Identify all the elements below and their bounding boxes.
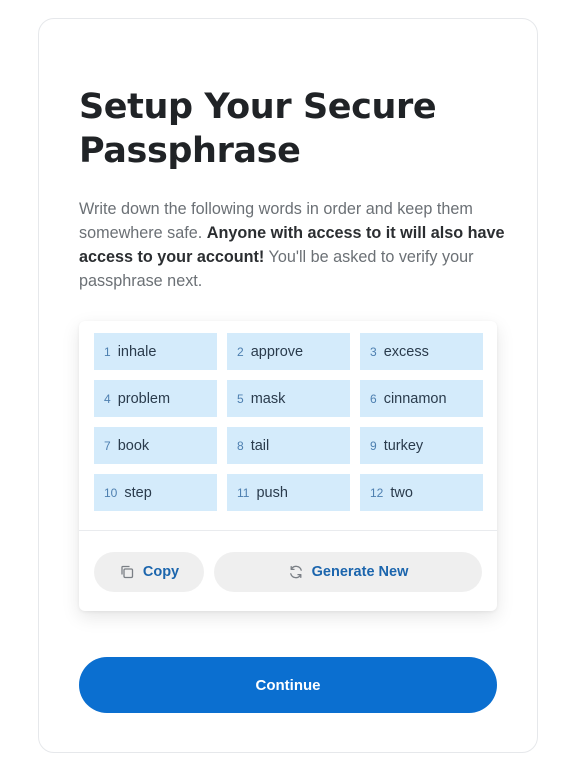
continue-button[interactable]: Continue [79,657,497,713]
word-text: inhale [117,343,157,360]
word-number: 10 [104,485,118,500]
word-text: cinnamon [383,390,447,407]
word-number: 5 [237,391,244,406]
word-chip: 12 two [360,474,483,511]
word-text: book [117,437,150,454]
word-chip: 10 step [94,474,217,511]
word-text: excess [383,343,429,360]
word-number: 9 [370,438,377,453]
instructions-text: Write down the following words in order … [79,197,507,293]
passphrase-card: Setup Your Secure Passphrase Write down … [38,18,538,753]
word-number: 4 [104,391,111,406]
word-chip: 8 tail [227,427,350,464]
word-number: 11 [237,485,250,500]
word-number: 2 [237,344,244,359]
word-text: step [124,484,152,501]
word-chip: 9 turkey [360,427,483,464]
word-number: 1 [104,344,111,359]
generate-new-button-label: Generate New [311,564,409,580]
refresh-icon [288,564,304,580]
generate-new-button[interactable]: Generate New [214,552,482,592]
word-chip: 5 mask [227,380,350,417]
word-number: 6 [370,391,377,406]
word-text: mask [250,390,286,407]
word-text: approve [250,343,304,360]
word-number: 7 [104,438,111,453]
word-chip: 7 book [94,427,217,464]
word-chip: 3 excess [360,333,483,370]
page-title: Setup Your Secure Passphrase [79,87,437,171]
passphrase-panel: 1 inhale 2 approve 3 excess 4 problem 5 mask … [79,321,497,611]
copy-button[interactable]: Copy [94,552,204,592]
word-text: push [256,484,288,501]
word-text: two [390,484,413,501]
word-chip: 6 cinnamon [360,380,483,417]
word-number: 8 [237,438,244,453]
word-chip: 11 push [227,474,350,511]
word-number: 3 [370,344,377,359]
word-chip: 2 approve [227,333,350,370]
word-number: 12 [370,485,384,500]
word-text: tail [250,437,270,454]
copy-button-label: Copy [142,564,180,580]
word-chip: 1 inhale [94,333,217,370]
word-grid: 1 inhale 2 approve 3 excess 4 problem 5 mask … [94,333,483,511]
panel-divider [79,530,497,531]
word-chip: 4 problem [94,380,217,417]
word-text: turkey [383,437,424,454]
copy-icon [119,564,135,580]
word-text: problem [117,390,171,407]
